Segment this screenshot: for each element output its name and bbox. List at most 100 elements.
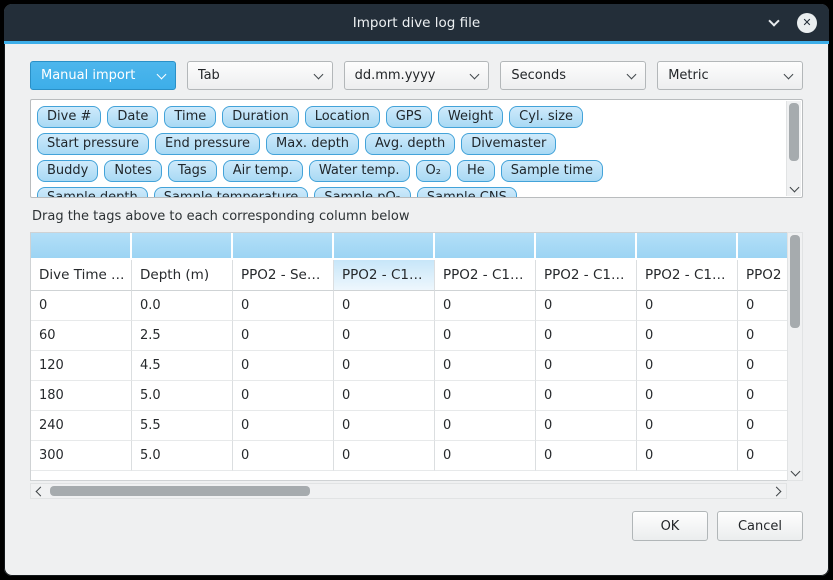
- scrollbar-track[interactable]: [787, 101, 801, 181]
- tag-sample-time[interactable]: Sample time: [501, 160, 603, 182]
- tag-time[interactable]: Time: [164, 106, 216, 128]
- column-header[interactable]: PPO2: [738, 260, 787, 291]
- chevron-down-icon: [784, 69, 794, 79]
- column-header[interactable]: PPO2 - C1…: [334, 260, 435, 291]
- tag-pool: Dive # Date Time Duration Location GPS Weight C…: [30, 99, 803, 198]
- table-horizontal-scrollbar[interactable]: [30, 483, 787, 499]
- column-header[interactable]: PPO2 - C1…: [536, 260, 637, 291]
- tag-dive[interactable]: Dive #: [37, 106, 101, 128]
- close-button[interactable]: ✕: [797, 13, 817, 33]
- drop-target-cell[interactable]: [132, 233, 233, 260]
- shade-button[interactable]: [765, 14, 783, 32]
- table-cell: 0: [637, 411, 738, 441]
- table-cell: 0: [738, 291, 787, 321]
- column-header[interactable]: PPO2 - C1…: [435, 260, 536, 291]
- scrollbar-track[interactable]: [47, 484, 770, 498]
- tag-notes[interactable]: Notes: [104, 160, 162, 182]
- chevron-down-icon: [156, 69, 166, 79]
- scrollbar-track[interactable]: [788, 233, 802, 465]
- tag-sample-depth[interactable]: Sample depth: [37, 187, 148, 199]
- table-row: 2405.5000000: [31, 411, 787, 441]
- tag-gps[interactable]: GPS: [386, 106, 432, 128]
- tag-he[interactable]: He: [457, 160, 495, 182]
- scroll-right-button[interactable]: [770, 484, 786, 498]
- table-cell: 0: [233, 321, 334, 351]
- dialog-buttons: OK Cancel: [30, 511, 803, 541]
- column-header[interactable]: Depth (m): [132, 260, 233, 291]
- scroll-down-button[interactable]: [788, 465, 802, 480]
- tag-avg-depth[interactable]: Avg. depth: [365, 133, 455, 155]
- tag-row: Start pressure End pressure Max. depth Avg.…: [34, 130, 782, 157]
- tag-start-pressure[interactable]: Start pressure: [37, 133, 149, 155]
- column-header[interactable]: PPO2 - Se…: [233, 260, 334, 291]
- tag-cyl-size[interactable]: Cyl. size: [509, 106, 583, 128]
- chevron-down-icon: [470, 69, 480, 79]
- ok-button[interactable]: OK: [632, 511, 708, 541]
- tag-buddy[interactable]: Buddy: [37, 160, 98, 182]
- table-cell: 0: [31, 291, 132, 321]
- table-cell: 0: [536, 411, 637, 441]
- scroll-down-button[interactable]: [787, 181, 801, 196]
- drop-target-cell[interactable]: [334, 233, 435, 260]
- drop-target-cell[interactable]: [233, 233, 334, 260]
- tag-end-pressure[interactable]: End pressure: [155, 133, 260, 155]
- table-row: 3005.0000000: [31, 441, 787, 471]
- scrollbar-thumb[interactable]: [50, 486, 310, 496]
- tag-water-temp[interactable]: Water temp.: [309, 160, 410, 182]
- import-type-select[interactable]: Manual import: [30, 61, 176, 90]
- table-cell: 0: [738, 351, 787, 381]
- column-header[interactable]: PPO2 - C1…: [637, 260, 738, 291]
- titlebar[interactable]: Import dive log file ✕: [4, 4, 829, 41]
- table-cell: 0: [233, 441, 334, 471]
- drop-target-cell[interactable]: [31, 233, 132, 260]
- tag-divemaster[interactable]: Divemaster: [461, 133, 556, 155]
- field-separator-value: Tab: [198, 68, 307, 83]
- import-type-value: Manual import: [41, 68, 150, 83]
- table-cell: 120: [31, 351, 132, 381]
- instruction-label: Drag the tags above to each correspondin…: [32, 208, 801, 225]
- duration-format-value: Seconds: [511, 68, 620, 83]
- tag-date[interactable]: Date: [107, 106, 158, 128]
- table-cell: 0: [435, 321, 536, 351]
- date-format-select[interactable]: dd.mm.yyyy: [344, 61, 490, 90]
- table-cell: 0: [334, 441, 435, 471]
- drop-target-cell[interactable]: [637, 233, 738, 260]
- table-row: 1204.5000000: [31, 351, 787, 381]
- scrollbar-thumb[interactable]: [789, 103, 799, 161]
- tag-o[interactable]: O₂: [416, 160, 451, 182]
- table-cell: 0: [233, 351, 334, 381]
- tag-pool-scrollbar[interactable]: [786, 101, 801, 196]
- tag-air-temp[interactable]: Air temp.: [223, 160, 303, 182]
- table-cell: 0: [435, 381, 536, 411]
- drop-target-cell[interactable]: [738, 233, 787, 260]
- table-row: 00.0000000: [31, 291, 787, 321]
- table-cell: 0: [334, 351, 435, 381]
- duration-format-select[interactable]: Seconds: [500, 61, 646, 90]
- table-row: 1805.0000000: [31, 381, 787, 411]
- tag-weight[interactable]: Weight: [438, 106, 503, 128]
- tag-sample-cns[interactable]: Sample CNS: [417, 187, 517, 199]
- table-vertical-scrollbar[interactable]: [787, 232, 803, 481]
- tag-max-depth[interactable]: Max. depth: [266, 133, 359, 155]
- column-header[interactable]: Dive Time …: [31, 260, 132, 291]
- table-cell: 0: [334, 321, 435, 351]
- table-cell: 0: [637, 291, 738, 321]
- scrollbar-thumb[interactable]: [790, 235, 800, 328]
- drop-target-cell[interactable]: [536, 233, 637, 260]
- table-cell: 0: [233, 381, 334, 411]
- date-format-value: dd.mm.yyyy: [355, 68, 464, 83]
- tag-location[interactable]: Location: [305, 106, 380, 128]
- import-options-row: Manual import Tab dd.mm.yyyy Seconds Met…: [30, 61, 803, 90]
- units-select[interactable]: Metric: [657, 61, 803, 90]
- chevron-down-icon: [313, 69, 323, 79]
- tag-tags[interactable]: Tags: [168, 160, 217, 182]
- tag-sample-po[interactable]: Sample pO₂: [314, 187, 411, 199]
- drop-target-cell[interactable]: [435, 233, 536, 260]
- tag-duration[interactable]: Duration: [222, 106, 298, 128]
- table-cell: 0: [536, 321, 637, 351]
- tag-sample-temperature[interactable]: Sample temperature: [154, 187, 309, 199]
- field-separator-select[interactable]: Tab: [187, 61, 333, 90]
- scroll-left-button[interactable]: [31, 484, 47, 498]
- cancel-button[interactable]: Cancel: [717, 511, 803, 541]
- table-cell: 0: [435, 441, 536, 471]
